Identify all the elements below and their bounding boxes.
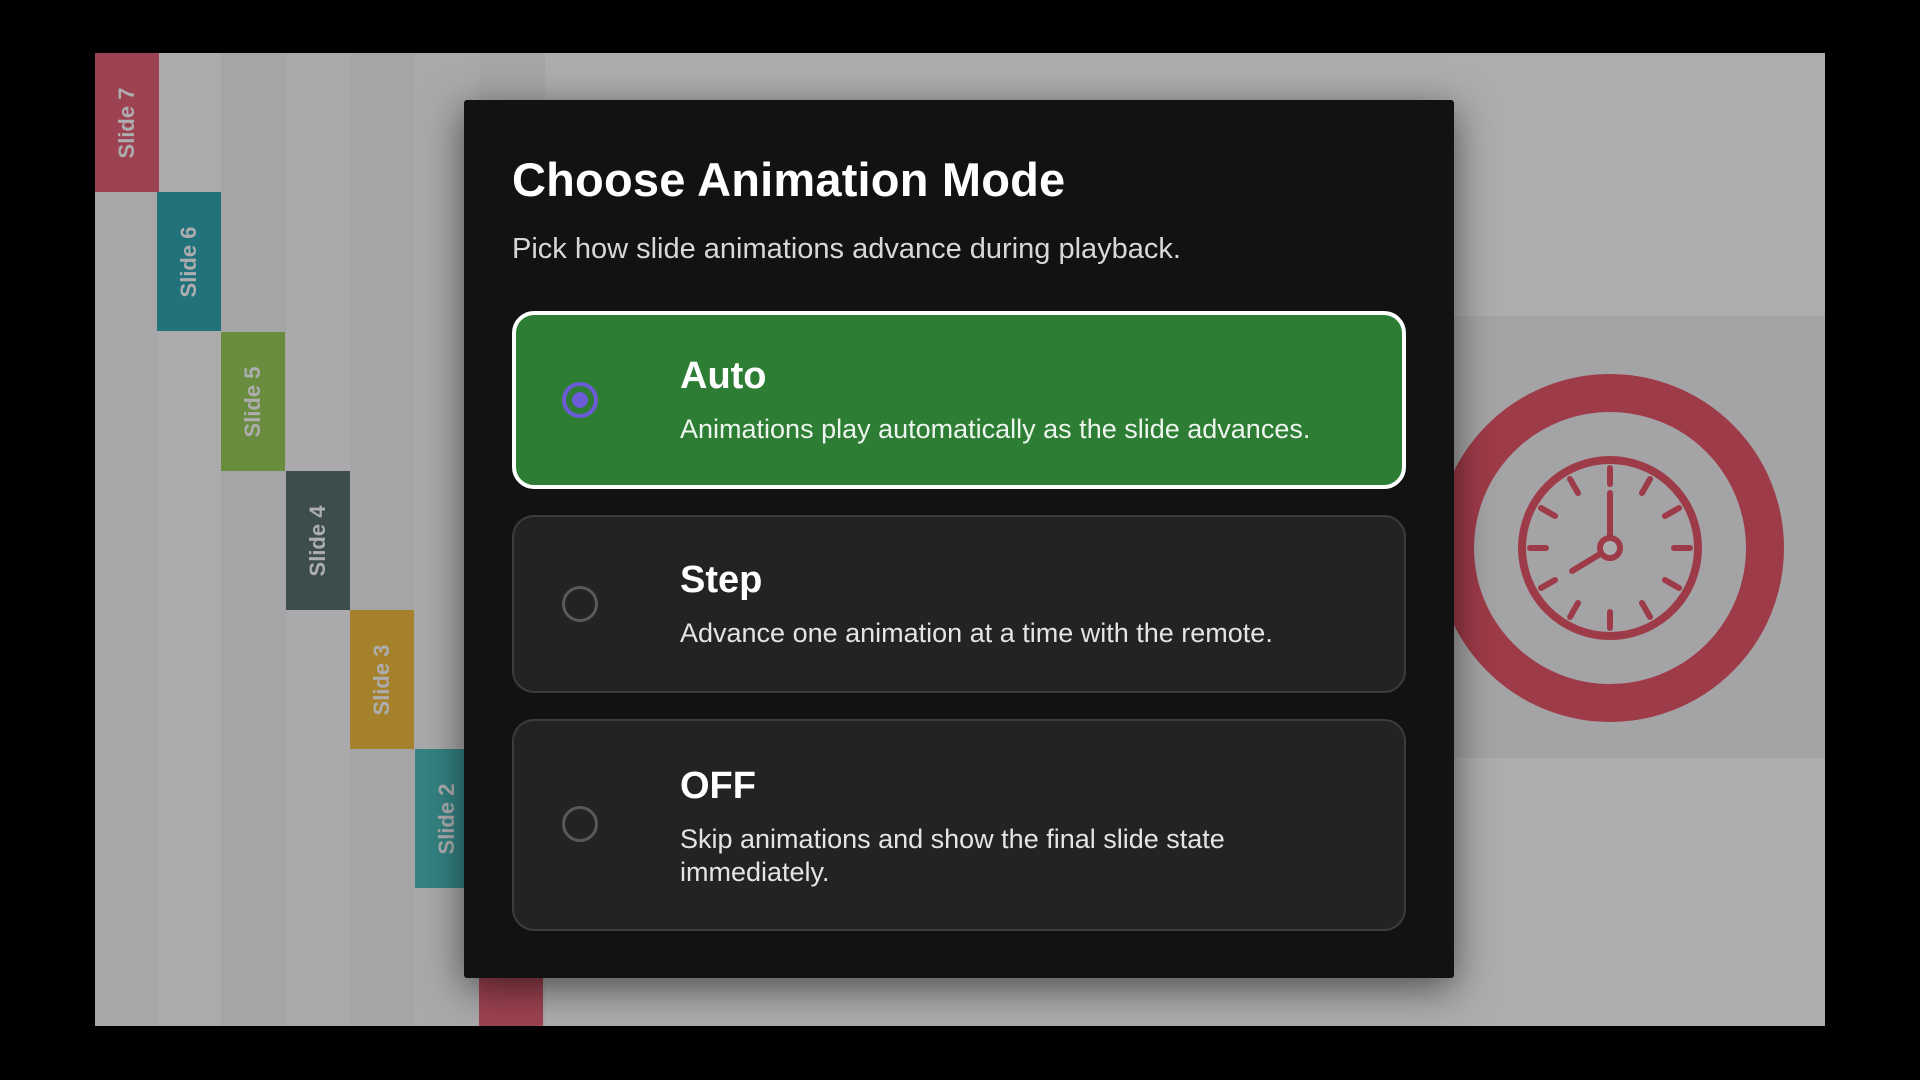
radio-unselected-icon[interactable] [562, 586, 598, 622]
option-description: Animations play automatically as the sli… [680, 414, 1311, 444]
option-title: Step [680, 559, 763, 601]
option-title: OFF [680, 765, 756, 807]
radio-selected-icon[interactable] [562, 382, 598, 418]
dialog-subtitle: Pick how slide animations advance during… [512, 233, 1181, 265]
dialog-title: Choose Animation Mode [512, 153, 1066, 206]
radio-dot-icon [572, 392, 588, 408]
option-auto[interactable]: Auto Animations play automatically as th… [512, 311, 1406, 489]
option-title: Auto [680, 355, 767, 397]
option-step[interactable]: Step Advance one animation at a time wit… [512, 515, 1406, 693]
radio-unselected-icon[interactable] [562, 806, 598, 842]
option-off[interactable]: OFF Skip animations and show the final s… [512, 719, 1406, 931]
option-description: Advance one animation at a time with the… [680, 618, 1273, 648]
animation-mode-dialog: Choose Animation Mode Pick how slide ani… [464, 100, 1454, 978]
option-description: Skip animations and show the final slide… [680, 824, 1225, 887]
